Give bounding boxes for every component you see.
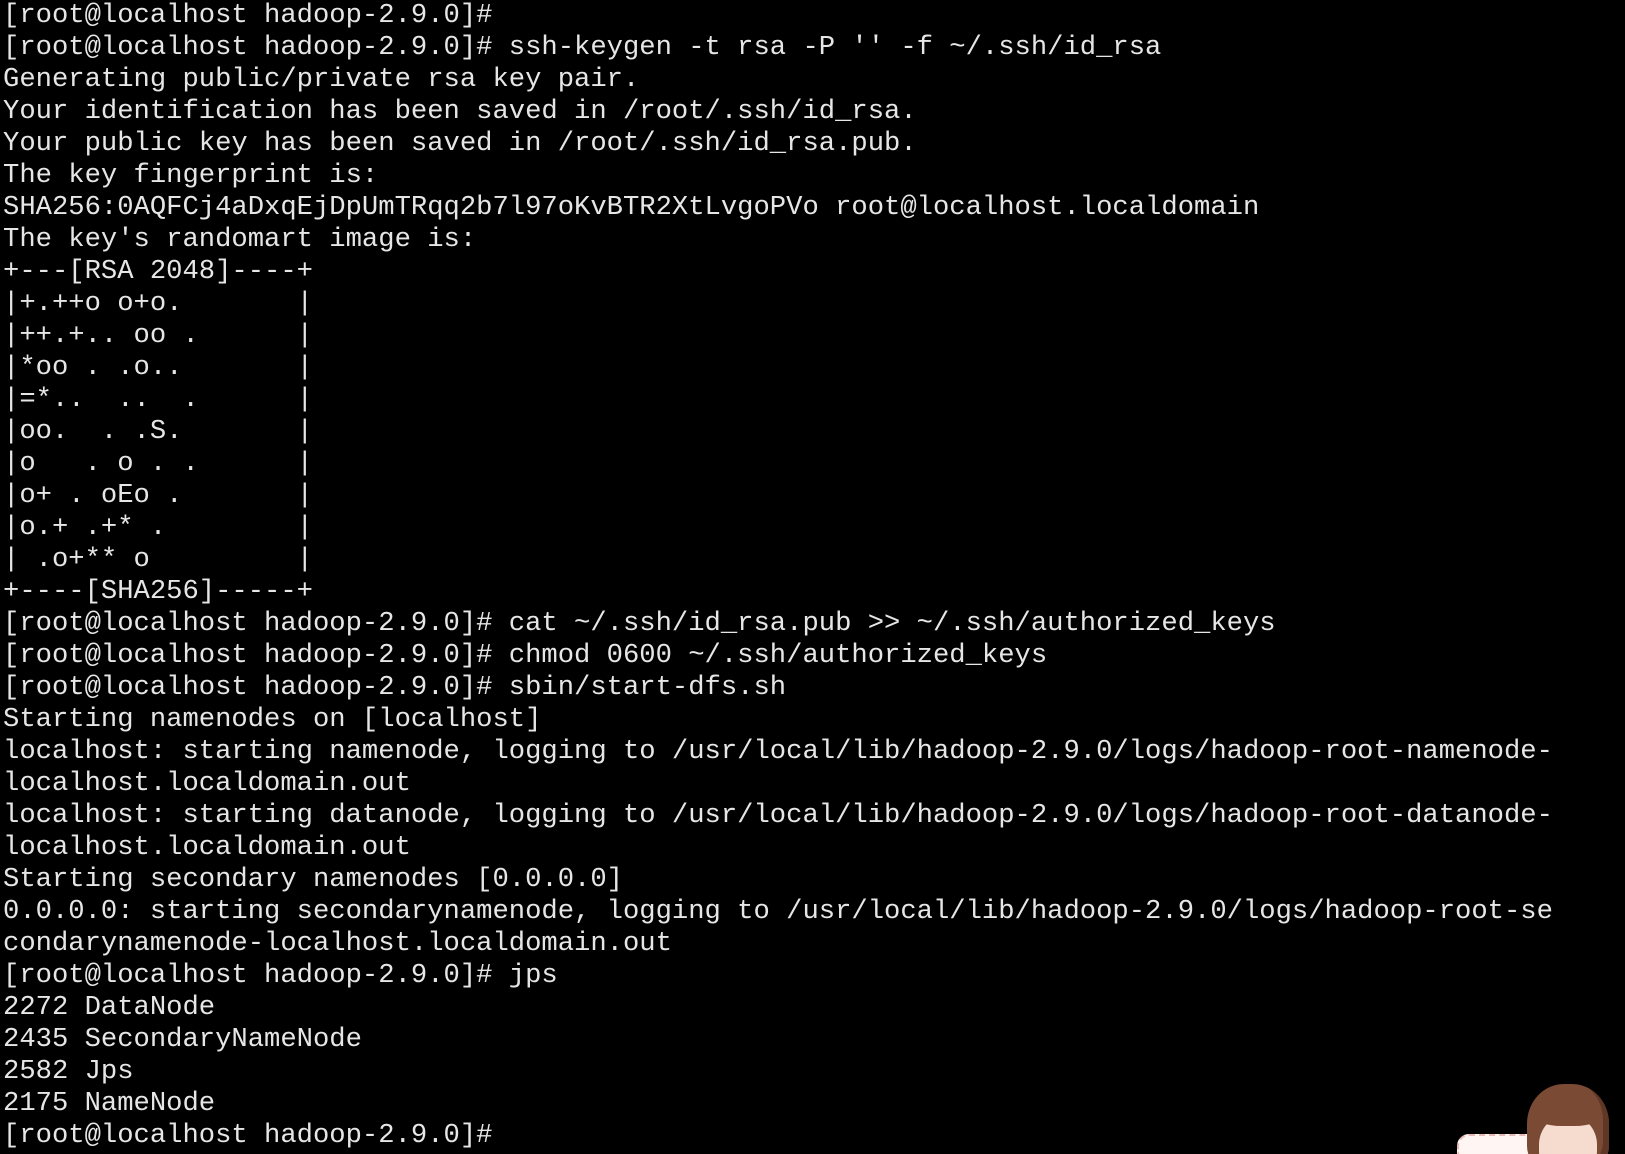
terminal-line: [root@localhost hadoop-2.9.0]# cat ~/.ss…: [3, 608, 1276, 639]
randomart-line: |o.+ .+* . |: [3, 512, 313, 543]
terminal-line: [root@localhost hadoop-2.9.0]# jps: [3, 960, 558, 991]
terminal-line: [root@localhost hadoop-2.9.0]# sbin/star…: [3, 672, 787, 703]
terminal-line: localhost: starting namenode, logging to…: [3, 736, 1553, 767]
terminal-line: 2175 NameNode: [3, 1088, 216, 1119]
terminal-line: Starting secondary namenodes [0.0.0.0]: [3, 864, 623, 895]
terminal-line: Starting namenodes on [localhost]: [3, 704, 542, 735]
terminal-window[interactable]: [root@localhost hadoop-2.9.0]# [root@loc…: [0, 0, 1625, 1154]
terminal-line: The key's randomart image is:: [3, 224, 477, 255]
randomart-line: |++.+.. oo . |: [3, 320, 313, 351]
randomart-line: +----[SHA256]-----+: [3, 576, 313, 607]
randomart-line: +---[RSA 2048]----+: [3, 256, 313, 287]
terminal-line: 2272 DataNode: [3, 992, 216, 1023]
anime-girl-mascot-icon: [1457, 1082, 1617, 1154]
terminal-line: localhost.localdomain.out: [3, 768, 411, 799]
terminal-line: Generating public/private rsa key pair.: [3, 64, 640, 95]
terminal-line: [root@localhost hadoop-2.9.0]# ssh-keyge…: [3, 32, 1162, 63]
randomart-line: |*oo . .o.. |: [3, 352, 313, 383]
mascot-fringe: [1535, 1100, 1601, 1126]
randomart-line: |oo. . .S. |: [3, 416, 313, 447]
terminal-line: localhost: starting datanode, logging to…: [3, 800, 1553, 831]
randomart-line: | .o+** o |: [3, 544, 313, 575]
terminal-line: localhost.localdomain.out: [3, 832, 411, 863]
randomart-line: |+.++o o+o. |: [3, 288, 313, 319]
randomart-line: |o+ . oEo . |: [3, 480, 313, 511]
randomart-line: |o . o . . |: [3, 448, 313, 479]
terminal-line: SHA256:0AQFCj4aDxqEjDpUmTRqq2b7l97oKvBTR…: [3, 192, 1260, 223]
terminal-line: condarynamenode-localhost.localdomain.ou…: [3, 928, 672, 959]
terminal-prompt-line[interactable]: [root@localhost hadoop-2.9.0]#: [3, 1120, 1625, 1152]
terminal-line: Your identification has been saved in /r…: [3, 96, 917, 127]
terminal-line: [root@localhost hadoop-2.9.0]#: [3, 0, 493, 31]
terminal-cursor: [492, 1120, 508, 1146]
terminal-line: 2435 SecondaryNameNode: [3, 1024, 362, 1055]
terminal-line: 0.0.0.0: starting secondarynamenode, log…: [3, 896, 1553, 927]
prompt-text: [root@localhost hadoop-2.9.0]#: [3, 1120, 493, 1151]
terminal-line: The key fingerprint is:: [3, 160, 379, 191]
randomart-line: |=*.. .. . |: [3, 384, 313, 415]
terminal-line: 2582 Jps: [3, 1056, 134, 1087]
terminal-line: Your public key has been saved in /root/…: [3, 128, 917, 159]
terminal-line: [root@localhost hadoop-2.9.0]# chmod 060…: [3, 640, 1048, 671]
